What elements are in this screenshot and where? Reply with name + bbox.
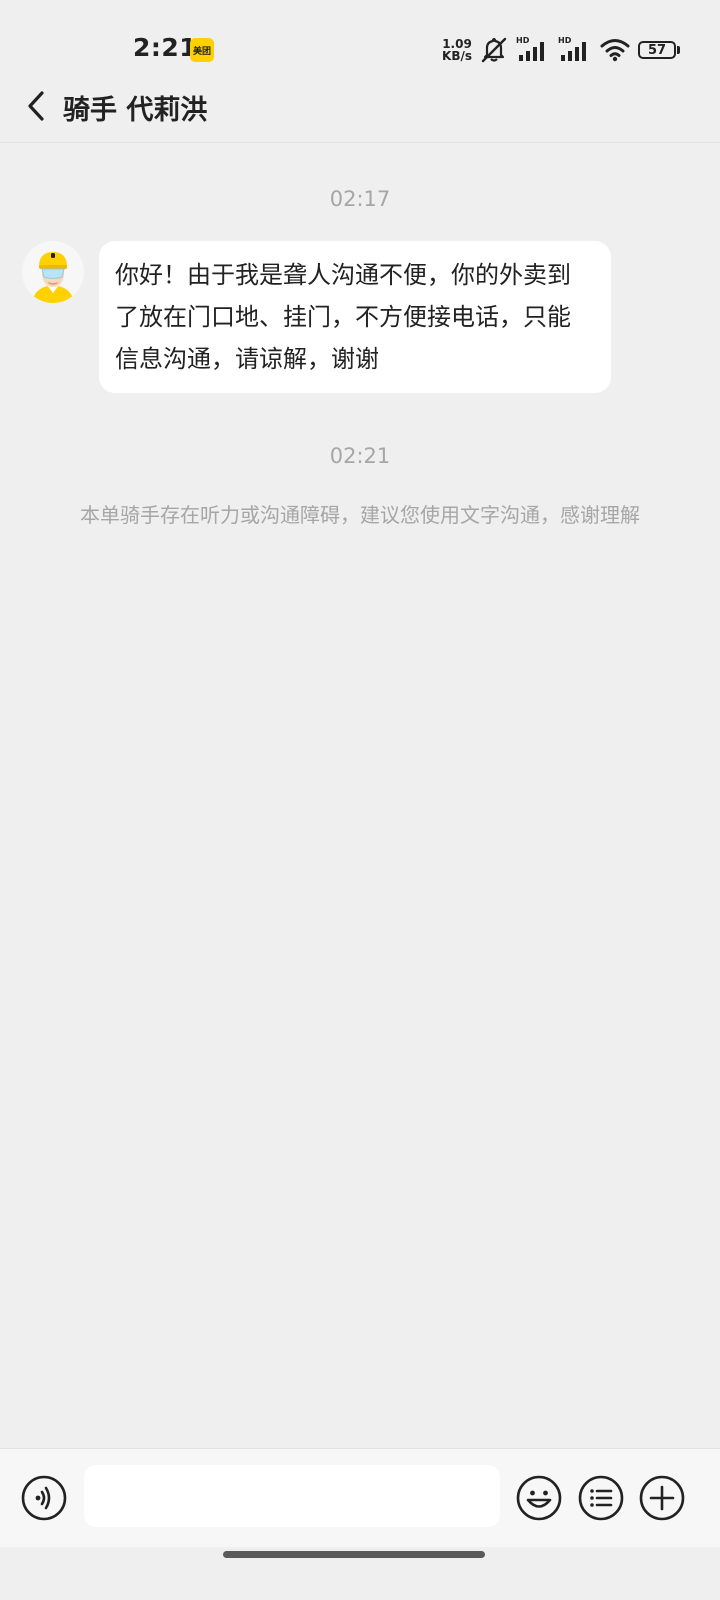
list-icon: [578, 1475, 624, 1521]
rider-avatar[interactable]: [22, 241, 84, 303]
emoji-icon: [516, 1475, 562, 1521]
message-timestamp: 02:17: [329, 187, 391, 211]
chat-header: 骑手 代莉洪: [0, 80, 720, 143]
signal-sim1-icon: HD: [516, 36, 550, 63]
quick-reply-button[interactable]: [578, 1475, 624, 1521]
back-arrow-icon: [28, 91, 44, 121]
meituan-icon: 美团: [190, 38, 214, 62]
home-indicator[interactable]: [223, 1551, 485, 1558]
more-options-button[interactable]: [639, 1475, 685, 1521]
rider-avatar-icon: [22, 241, 84, 303]
back-button[interactable]: [18, 88, 54, 124]
emoji-button[interactable]: [516, 1475, 562, 1521]
input-bar: [0, 1448, 720, 1547]
message-timestamp: 02:21: [329, 444, 391, 468]
wifi-icon: [600, 39, 630, 62]
network-speed: 1.09 KB/s: [442, 38, 472, 62]
plus-icon: [639, 1475, 685, 1521]
mute-icon: [481, 37, 507, 63]
status-time: 2:21: [133, 33, 198, 62]
voice-icon: [21, 1475, 67, 1521]
message-input[interactable]: [84, 1465, 500, 1527]
battery-level: 57: [638, 41, 676, 59]
battery-tip: [677, 46, 680, 54]
chat-area[interactable]: 02:17 你好！由于我是聋人沟通不便，你的外卖到了放在门口地、挂门，不方便接电…: [0, 143, 720, 1448]
battery-icon: 57: [638, 41, 680, 59]
status-icons: 1.09 KB/s HD HD 57: [442, 36, 680, 64]
system-notice: 本单骑手存在听力或沟通障碍，建议您使用文字沟通，感谢理解: [80, 503, 640, 527]
network-speed-unit: KB/s: [442, 49, 472, 63]
voice-input-button[interactable]: [21, 1475, 67, 1521]
page-title: 骑手 代莉洪: [63, 95, 208, 126]
message-bubble[interactable]: 你好！由于我是聋人沟通不便，你的外卖到了放在门口地、挂门，不方便接电话，只能信息…: [99, 241, 611, 393]
signal-sim2-icon: HD: [558, 36, 592, 63]
